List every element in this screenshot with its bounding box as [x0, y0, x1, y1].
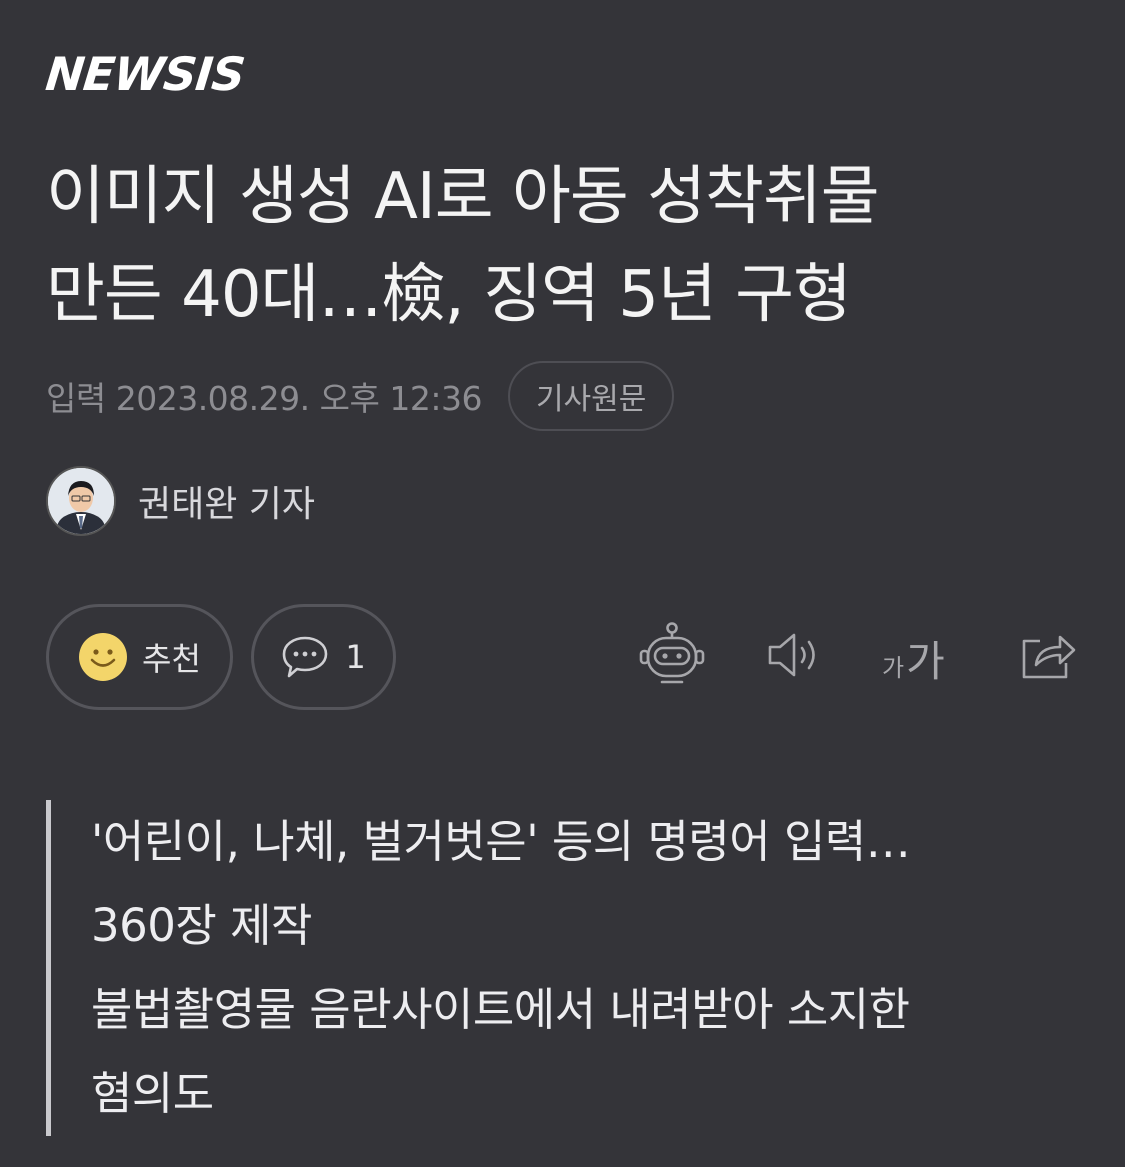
font-size-small-glyph: 가 [882, 654, 905, 682]
speaker-icon [768, 633, 815, 677]
summary-line: '어린이, 나체, 벌거벗은' 등의 명령어 입력… [91, 815, 911, 868]
comment-count: 1 [345, 638, 366, 676]
summary-line: 혐의도 [91, 1067, 214, 1120]
font-size-big-glyph: 가 [906, 637, 945, 686]
recommend-button[interactable]: 추천 [46, 604, 233, 710]
share-button[interactable] [1012, 620, 1082, 690]
ai-summary-button[interactable] [637, 620, 707, 690]
headline-line-2: 만든 40대…檢, 징역 5년 구형 [46, 258, 852, 332]
publish-date: 입력 2023.08.29. 오후 12:36 [46, 379, 482, 418]
reporter-info[interactable]: 권태완 기자 [46, 465, 315, 537]
share-icon [1022, 635, 1076, 679]
original-article-button[interactable]: 기사원문 [507, 361, 675, 431]
article-summary: '어린이, 나체, 벌거벗은' 등의 명령어 입력… 360장 제작 불법촬영물… [46, 800, 1076, 1136]
article-headline: 이미지 생성 AI로 아동 성착취물 만든 40대…檢, 징역 5년 구형 [46, 148, 1086, 344]
reporter-avatar[interactable] [46, 466, 116, 536]
summary-line: 360장 제작 [91, 899, 312, 952]
headline-line-1: 이미지 생성 AI로 아동 성착취물 [46, 160, 880, 234]
speech-bubble-icon [283, 636, 328, 678]
smile-icon [79, 633, 128, 681]
article-meta: 입력 2023.08.29. 오후 12:36 기사원문 [46, 360, 675, 432]
recommend-label: 추천 [142, 640, 201, 678]
text-to-speech-button[interactable] [761, 620, 831, 690]
reporter-name[interactable]: 권태완 기자 [138, 475, 315, 527]
font-size-button[interactable]: 가 가 [882, 628, 945, 688]
comment-button[interactable]: 1 [251, 604, 396, 710]
robot-icon [639, 622, 705, 684]
summary-line: 불법촬영물 음란사이트에서 내려받아 소지한 [91, 983, 910, 1036]
newsis-logo[interactable]: NEWSIS [43, 44, 247, 104]
